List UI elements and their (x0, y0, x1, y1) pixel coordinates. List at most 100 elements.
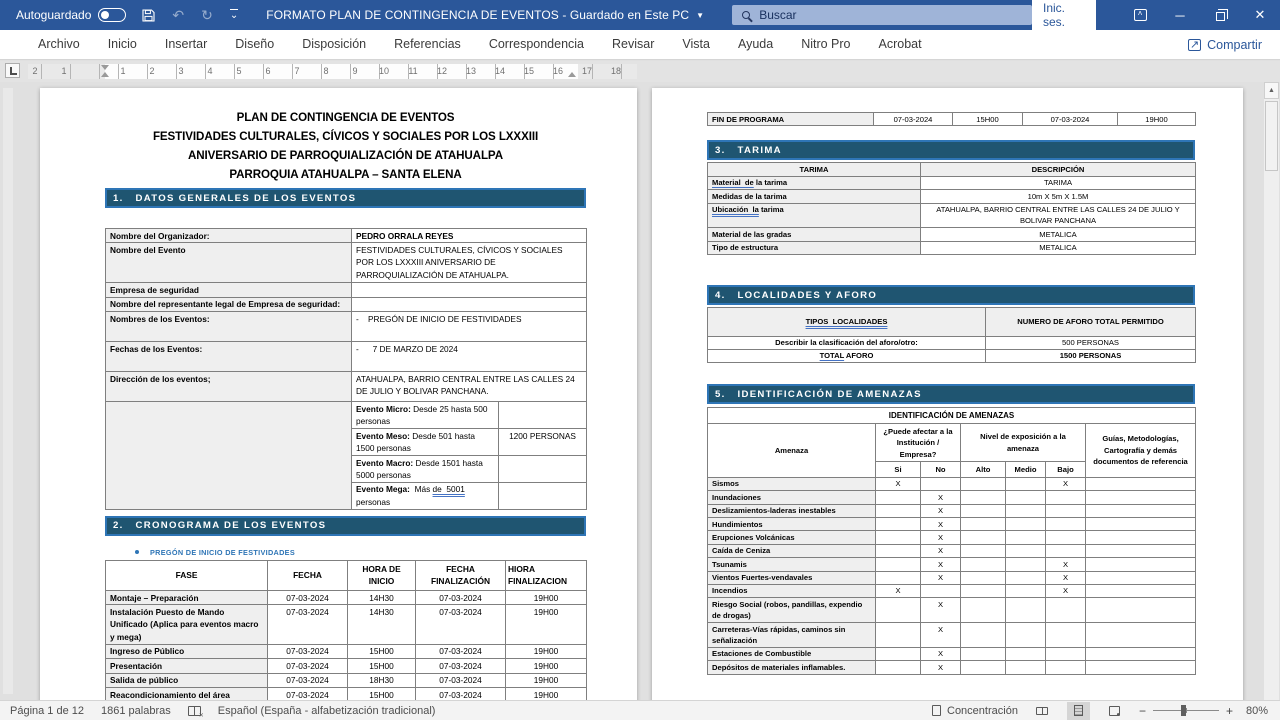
ribbon-tab[interactable]: Diseño (221, 30, 288, 59)
table-cell (961, 504, 1006, 517)
table-cell (1006, 477, 1046, 490)
ribbon-tab[interactable]: Nitro Pro (787, 30, 864, 59)
table-cell (1086, 623, 1196, 648)
zoom-level[interactable]: 80% (1246, 705, 1268, 717)
web-layout-button[interactable] (1103, 702, 1126, 720)
table-row: Vientos Fuertes-vendavalesXX (708, 571, 1196, 584)
restore-button[interactable] (1200, 0, 1240, 30)
table-cell (961, 544, 1006, 557)
table-row: Nombre del Organizador:PEDRO ORRALA REYE… (106, 229, 587, 243)
autosave-toggle[interactable] (98, 8, 126, 22)
customize-quick-access-button[interactable]: ⌄ (230, 9, 238, 21)
table-cell: X (1046, 558, 1086, 571)
ribbon-tab[interactable]: Revisar (598, 30, 668, 59)
horizontal-ruler[interactable]: 21123456789101112131415161718 (28, 64, 637, 79)
zoom-slider-thumb[interactable] (1181, 705, 1186, 716)
proofing-errors-icon[interactable] (188, 706, 201, 716)
table-cell: X (1046, 571, 1086, 584)
right-indent-marker[interactable] (568, 72, 576, 77)
table-cell: ATAHUALPA, BARRIO CENTRAL ENTRE LAS CALL… (921, 203, 1196, 228)
save-icon[interactable] (142, 9, 155, 22)
table-row: TsunamisXX (708, 558, 1196, 571)
undo-button[interactable]: ↶ (172, 7, 184, 24)
focus-mode-button[interactable]: Concentración (932, 705, 1018, 717)
page-indicator[interactable]: Página 1 de 12 (10, 705, 84, 717)
share-button[interactable]: ↗ Compartir (1188, 38, 1262, 52)
ribbon-tab[interactable]: Inicio (94, 30, 151, 59)
table-row: Montaje – Preparación07-03-202414H3007-0… (106, 591, 587, 605)
page-1[interactable]: PLAN DE CONTINGENCIA DE EVENTOS FESTIVID… (40, 88, 637, 700)
ribbon-display-options-button[interactable]: ˄ (1120, 0, 1160, 30)
table-cell (1086, 491, 1196, 504)
cronograma-table: FASEFECHAHORA DE INICIOFECHA FINALIZACIÓ… (105, 560, 587, 700)
table-row: Carreteras-Vías rápidas, caminos sin señ… (708, 623, 1196, 648)
sub-column-header: Bajo (1046, 462, 1086, 477)
table-row: Describir la clasificación del aforo/otr… (708, 336, 1196, 349)
table-cell: Erupciones Volcánicas (708, 531, 876, 544)
ribbon-tab[interactable]: Disposición (288, 30, 380, 59)
amenazas-table: IDENTIFICACIÓN DE AMENAZAS Amenaza ¿Pued… (707, 407, 1196, 674)
ruler-mark: 12 (437, 66, 447, 76)
ribbon-tabs: ArchivoInicioInsertarDiseñoDisposiciónRe… (24, 30, 936, 59)
print-layout-button[interactable] (1067, 702, 1090, 720)
language-indicator[interactable]: Español (España - alfabetización tradici… (218, 705, 436, 717)
table-cell: 07-03-2024 (268, 605, 348, 644)
table-cell: Nombres de los Eventos: (106, 312, 352, 342)
ruler-mark: 3 (178, 66, 183, 76)
table-cell (1006, 504, 1046, 517)
ribbon-tab[interactable]: Correspondencia (475, 30, 598, 59)
first-line-indent-marker[interactable] (101, 65, 109, 70)
table-cell: PEDRO ORRALA REYES (352, 229, 587, 243)
table-cell (1046, 518, 1086, 531)
ribbon-tab[interactable]: Insertar (151, 30, 221, 59)
table-cell: Carreteras-Vías rápidas, caminos sin señ… (708, 623, 876, 648)
table-row: Medidas de la tarima10m X 5m X 1.5M (708, 190, 1196, 203)
table-cell: Salida de público (106, 673, 268, 687)
table-row: Evento Micro: Desde 25 hasta 500 persona… (106, 402, 587, 429)
read-mode-button[interactable] (1031, 702, 1054, 720)
search-input[interactable]: Buscar (732, 5, 1032, 25)
table-cell (876, 558, 921, 571)
ruler-mark: 15 (524, 66, 534, 76)
tab-stop-selector[interactable] (5, 63, 20, 78)
autosave-control[interactable]: Autoguardado (16, 8, 126, 22)
titlebar-right: Inic. ses. ˄ ─ ✕ (1032, 0, 1280, 30)
scroll-up-button[interactable]: ▲ (1264, 82, 1279, 99)
table-cell: 19H00 (506, 659, 587, 673)
redo-button[interactable]: ↻ (201, 7, 213, 24)
table-cell: 19H00 (506, 591, 587, 605)
document-title[interactable]: FORMATO PLAN DE CONTINGENCIA DE EVENTOS … (266, 8, 704, 22)
minimize-button[interactable]: ─ (1160, 0, 1200, 30)
table-cell: Evento Micro: Desde 25 hasta 500 persona… (352, 402, 499, 429)
ribbon-tab[interactable]: Archivo (24, 30, 94, 59)
hanging-indent-marker[interactable] (101, 72, 109, 77)
page-2[interactable]: FIN DE PROGRAMA07-03-202415H0007-03-2024… (652, 88, 1243, 700)
table-cell: Ubicación la tarima (708, 203, 921, 228)
table-cell (961, 518, 1006, 531)
zoom-slider[interactable] (1153, 710, 1219, 711)
table-cell: Instalación Puesto de Mando Unificado (A… (106, 605, 268, 644)
zoom-in-button[interactable]: + (1226, 704, 1233, 718)
table-cell: Dirección de los eventos; (106, 372, 352, 402)
ribbon-tab[interactable]: Referencias (380, 30, 475, 59)
table-cell: Material de las gradas (708, 228, 921, 241)
ruler-mark: 4 (207, 66, 212, 76)
table-cell (499, 456, 587, 483)
table-cell: 07-03-2024 (268, 673, 348, 687)
ribbon-display-options-icon: ˄ (1134, 9, 1147, 21)
zoom-out-button[interactable]: − (1139, 704, 1146, 718)
vertical-scrollbar[interactable]: ▲ (1264, 82, 1279, 700)
table-cell (876, 504, 921, 517)
word-count[interactable]: 1861 palabras (101, 705, 171, 717)
ribbon-tab[interactable]: Ayuda (724, 30, 787, 59)
scrollbar-thumb[interactable] (1265, 101, 1278, 171)
ruler-mark: 1 (120, 66, 125, 76)
ribbon-tab[interactable]: Vista (668, 30, 724, 59)
close-button[interactable]: ✕ (1240, 0, 1280, 30)
zoom-control: − + (1139, 704, 1233, 718)
guias-column-header: Guías, Metodologías, Cartografía y demás… (1086, 424, 1196, 478)
signin-button[interactable]: Inic. ses. (1032, 0, 1096, 32)
table-cell: FIN DE PROGRAMA (708, 113, 874, 126)
ruler-mark: 18 (611, 66, 621, 76)
ribbon-tab[interactable]: Acrobat (865, 30, 936, 59)
